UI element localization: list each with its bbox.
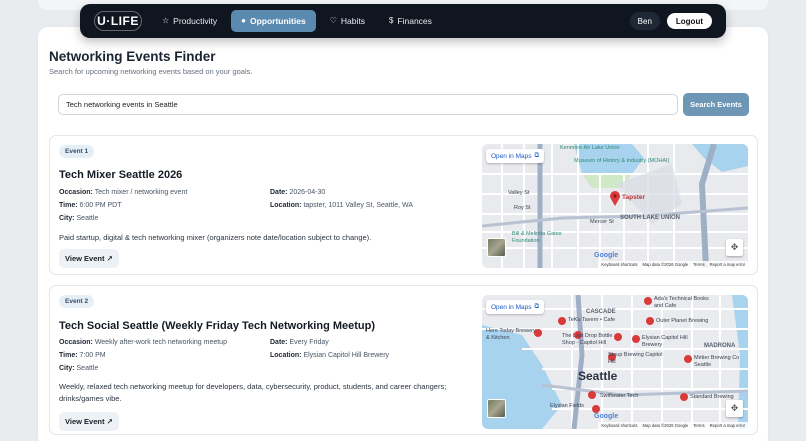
event-map[interactable]: Ada's Technical Books and Cafe CASCADE T… <box>482 295 748 429</box>
map-label: Bill & Melinda Gates Foundation <box>512 231 562 244</box>
event-map[interactable]: Kenmore Air Lake Union Museum of History… <box>482 144 748 268</box>
nav-item-label: Habits <box>340 16 365 26</box>
view-event-button[interactable]: View Event ↗ <box>59 412 119 431</box>
map-footer: Keyboard shortcuts Map data ©2026 Google… <box>598 261 748 268</box>
fullscreen-icon[interactable]: ✥ <box>726 400 743 417</box>
report-error-link[interactable]: Report a map error <box>710 262 745 267</box>
event-location: Location: tapster, 1011 Valley St, Seatt… <box>270 202 414 209</box>
external-link-icon: ⧉ <box>534 152 540 159</box>
view-event-button[interactable]: View Event ↗ <box>59 249 119 268</box>
event-badge: Event 1 <box>59 145 95 158</box>
fullscreen-icon[interactable]: ✥ <box>726 239 743 256</box>
event-location: Location: Elysian Capitol Hill Brewery <box>270 352 390 359</box>
nav-item-opportunities[interactable]: ● Opportunities <box>231 10 316 32</box>
terms-link[interactable]: Terms <box>693 262 704 267</box>
map-label: Valley St <box>508 190 530 196</box>
google-logo: Google <box>594 413 619 420</box>
map-label: Mercer St <box>590 219 614 225</box>
report-error-link[interactable]: Report a map error <box>710 423 745 428</box>
heart-icon: ♡ <box>329 16 337 25</box>
map-label: Outer Planet Brewing <box>656 318 709 324</box>
street-view-thumbnail[interactable] <box>487 238 506 257</box>
map-label: Seattle <box>578 369 618 383</box>
map-label: Métier Brewing Co Seattle <box>694 355 740 368</box>
map-data-label: Map data ©2026 Google <box>642 423 689 428</box>
dollar-icon: $ <box>388 16 394 25</box>
nav-item-finances[interactable]: $ Finances <box>379 10 442 32</box>
map-label: The Last Drop Bottle Shop - Capitol Hill <box>562 333 613 346</box>
event-city: City: Seattle <box>59 215 99 222</box>
event-badge: Event 2 <box>59 295 95 308</box>
event-city: City: Seattle <box>59 365 99 372</box>
map-label: CASCADE <box>586 309 616 315</box>
page-title: Networking Events Finder <box>49 49 216 64</box>
map-label: Elysian Fields <box>550 403 584 409</box>
event-title: Tech Social Seattle (Weekly Friday Tech … <box>59 320 376 332</box>
map-pin-label: Tapster <box>622 194 645 201</box>
search-input[interactable] <box>58 94 678 115</box>
map-label: Elysian Capitol Hill Brewery <box>642 335 688 348</box>
map-label: Stoup Brewing Capitol Hill <box>608 352 663 365</box>
event-description: Paid startup, digital & tech networking … <box>59 233 372 242</box>
map-label: Roy St <box>514 205 531 211</box>
logo[interactable]: U·LIFE <box>94 11 142 31</box>
google-logo: Google <box>594 252 619 259</box>
event-occasion: Occasion: Weekly after-work tech network… <box>59 339 227 346</box>
keyboard-shortcuts-link[interactable]: Keyboard shortcuts <box>601 262 637 267</box>
nav-item-productivity[interactable]: ☆ Productivity <box>152 10 227 32</box>
map-label: SOUTH LAKE UNION <box>620 215 680 221</box>
page-subtitle: Search for upcoming networking events ba… <box>49 67 253 76</box>
event-card-1: Event 1 Tech Mixer Seattle 2026 Occasion… <box>49 135 758 275</box>
external-link-icon: ⧉ <box>534 303 540 310</box>
nav-item-habits[interactable]: ♡ Habits <box>320 10 375 32</box>
terms-link[interactable]: Terms <box>693 423 704 428</box>
event-time: Time: 6:00 PM PDT <box>59 202 122 209</box>
event-description: Weekly, relaxed tech networking meetup f… <box>59 382 447 403</box>
map-label: Museum of History & Industry (MOHAI) <box>574 158 670 164</box>
map-label: Ada's Technical Books and Cafe <box>654 296 709 309</box>
map-data-label: Map data ©2026 Google <box>642 262 689 267</box>
star-icon: ☆ <box>162 16 170 25</box>
map-footer: Keyboard shortcuts Map data ©2026 Google… <box>598 422 748 429</box>
nav-item-label: Opportunities <box>249 16 306 26</box>
search-events-button[interactable]: Search Events <box>683 93 749 116</box>
nav-item-label: Finances <box>397 16 432 26</box>
map-label: MADRONA <box>704 343 736 349</box>
user-chip[interactable]: Ben <box>629 12 660 30</box>
navbar: U·LIFE ☆ Productivity ● Opportunities ♡ … <box>80 4 726 38</box>
event-occasion: Occasion: Tech mixer / networking event <box>59 189 188 196</box>
open-in-maps-button[interactable]: Open in Maps ⧉ <box>486 149 545 163</box>
event-time: Time: 7:00 PM <box>59 352 106 359</box>
map-label: TeKu Tavern • Cafe <box>568 317 616 323</box>
map-label: Kenmore Air Lake Union <box>560 145 620 151</box>
nav-item-label: Productivity <box>173 16 218 26</box>
event-date: Date: 2026-04-30 <box>270 189 326 196</box>
keyboard-shortcuts-link[interactable]: Keyboard shortcuts <box>601 423 637 428</box>
logout-button[interactable]: Logout <box>666 13 712 29</box>
event-card-2: Event 2 Tech Social Seattle (Weekly Frid… <box>49 285 758 435</box>
event-title: Tech Mixer Seattle 2026 <box>59 169 183 181</box>
dot-icon: ● <box>241 16 246 25</box>
street-view-thumbnail[interactable] <box>487 399 506 418</box>
map-label: Here Today Brewery & Kitchen <box>486 328 536 341</box>
map-label: Swiftwater Tech <box>600 393 639 399</box>
open-in-maps-button[interactable]: Open in Maps ⧉ <box>486 300 545 314</box>
event-date: Date: Every Friday <box>270 339 329 346</box>
